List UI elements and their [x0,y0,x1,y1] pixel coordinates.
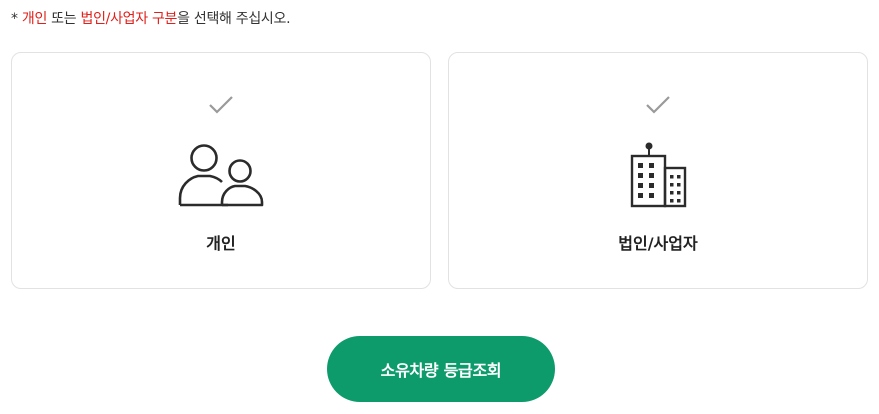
notice-connector: 또는 [47,11,81,27]
building-icon [630,142,687,208]
personal-option-label: 개인 [206,234,236,253]
corporate-option-label: 법인/사업자 [618,234,698,253]
notice-corporate-highlight: 법인/사업자 구분 [80,11,178,27]
instruction-text: * 개인 또는 법인/사업자 구분을 선택해 주십시오. [11,8,291,28]
vehicle-grade-lookup-button[interactable]: 소유차량 등급조회 [327,336,555,402]
people-icon [178,144,264,207]
personal-option-card[interactable]: 개인 [11,52,431,289]
corporate-option-card[interactable]: 법인/사업자 [448,52,868,289]
notice-prefix: * [11,11,22,27]
notice-suffix: 을 선택해 주십시오. [177,11,291,27]
notice-personal-highlight: 개인 [21,11,48,27]
check-icon [209,96,233,114]
check-icon [646,96,670,114]
